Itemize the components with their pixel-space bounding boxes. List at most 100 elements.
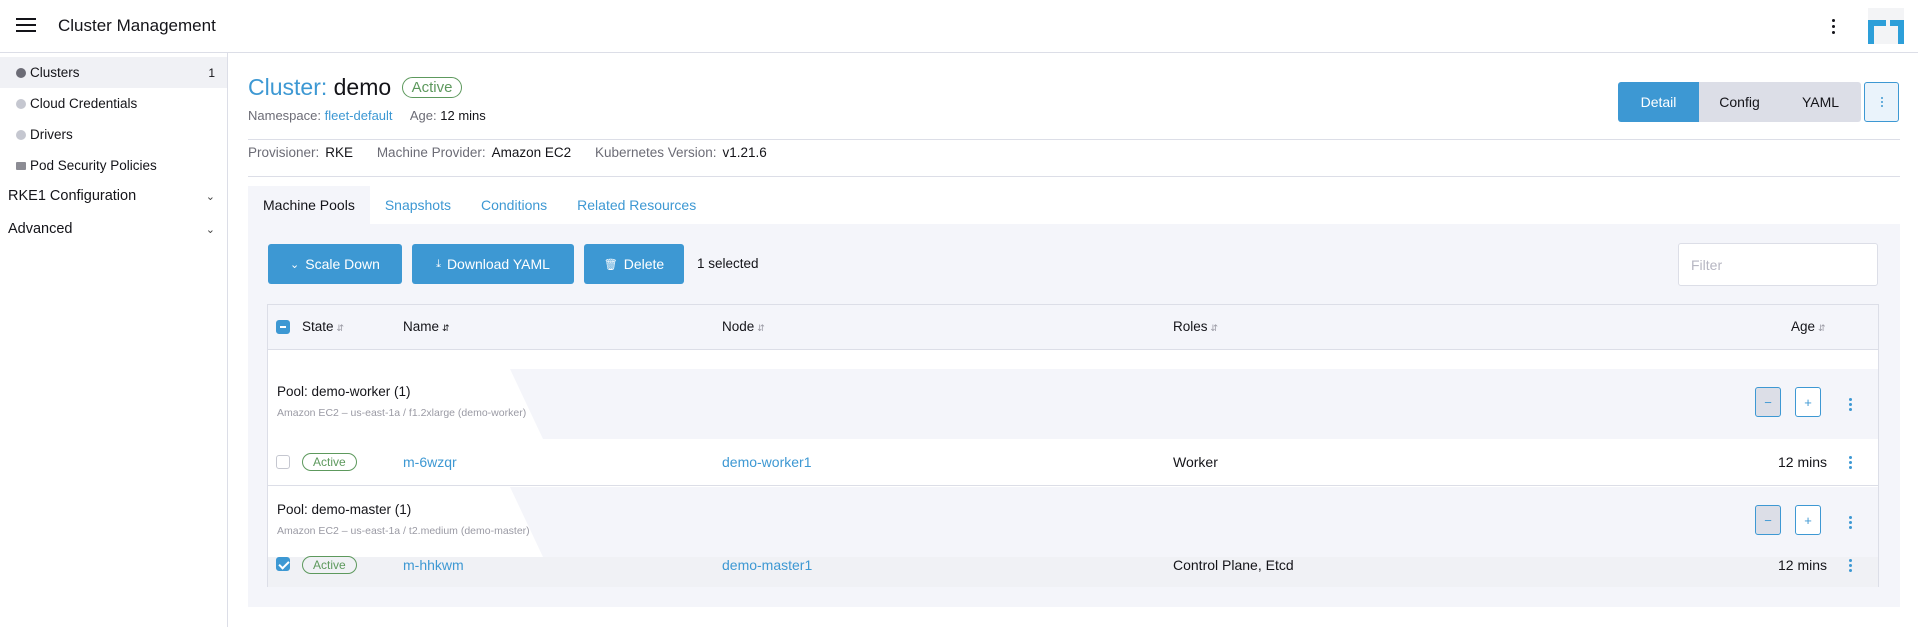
cluster-icon [16,67,26,78]
top-header: Cluster Management [0,0,1918,53]
yaml-button[interactable]: YAML [1780,82,1861,122]
machine-pools-panel: ⌄ Scale Down ⤓ Download YAML 🗑 Delete 1 … [248,224,1900,607]
age-value: 12 mins [440,108,486,123]
age-label: Age: [409,108,437,123]
circle-icon [16,98,26,109]
select-all-checkbox[interactable] [276,320,290,334]
row-checkbox[interactable] [276,455,290,469]
download-yaml-label: Download YAML [446,256,550,272]
pool-label-tab: Pool: demo-worker (1) Amazon EC2 – us-ea… [268,369,543,439]
divider [248,176,1900,177]
status-badge: Active [401,77,463,98]
column-name[interactable]: Name ⇵ [403,319,450,334]
sidebar-item-count: 1 [208,65,215,80]
roles-value: Control Plane, Etcd [1173,557,1294,573]
roles-value: Worker [1173,454,1218,470]
tab-bar: Machine Pools Snapshots Conditions Relat… [248,186,711,224]
sidebar: Clusters 1 Cloud Credentials Drivers Pod… [0,53,228,627]
sidebar-group-rke1-configuration[interactable]: RKE1 Configuration ⌄ [0,181,227,211]
namespace-label: Namespace: [248,108,321,123]
pool-title: Pool: demo-master (1) [277,502,412,517]
status-badge: Active [302,556,357,574]
table-row[interactable]: Active m-hhkwm demo-master1 Control Plan… [268,555,1878,587]
scale-down-label: Scale Down [305,256,380,272]
scale-down-button[interactable]: ⌄ Scale Down [268,244,402,284]
more-options-icon[interactable] [1825,14,1841,38]
column-age[interactable]: Age ⇵ [1791,319,1826,334]
sort-icon: ⇵ [757,323,765,333]
column-label: Age [1791,319,1816,334]
sidebar-item-clusters[interactable]: Clusters 1 [0,57,227,88]
rancher-logo[interactable] [1868,8,1904,44]
tab-snapshots[interactable]: Snapshots [370,186,466,224]
row-state: Active [302,556,357,574]
trash-icon: 🗑 [603,258,618,271]
download-yaml-button[interactable]: ⤓ Download YAML [412,244,574,284]
node-link[interactable]: demo-worker1 [722,454,811,470]
detail-button[interactable]: Detail [1618,82,1699,122]
age-value: 12 mins [1778,454,1828,470]
column-label: Name [403,319,440,334]
pool-actions-icon[interactable] [1845,394,1855,414]
sort-icon: ⇵ [442,323,450,333]
machines-table: State ⇵ Name ⇵ Node ⇵ Roles ⇵ Age ⇵ Pool: dem… [267,304,1879,587]
table-header: State ⇵ Name ⇵ Node ⇵ Roles ⇵ Age ⇵ [268,305,1878,350]
sidebar-group-label: Advanced [8,221,73,237]
pool-group-header: Pool: demo-master (1) Amazon EC2 – us-ea… [268,487,1878,557]
row-actions-icon[interactable] [1845,555,1855,575]
config-button[interactable]: Config [1699,82,1780,122]
cluster-title: Cluster: demo Active [248,74,463,101]
download-icon: ⤓ [436,257,441,270]
row-checkbox[interactable] [276,557,290,571]
sidebar-item-label: Drivers [30,127,73,142]
scale-up-pool-button[interactable]: + [1795,387,1821,417]
pool-subtitle: Amazon EC2 – us-east-1a / t2.medium (dem… [277,525,530,537]
tab-machine-pools[interactable]: Machine Pools [248,186,370,224]
namespace-link[interactable]: fleet-default [325,108,393,123]
machine-provider-value: Amazon EC2 [491,145,572,160]
menu-icon[interactable] [16,18,36,34]
pool-actions-icon[interactable] [1845,512,1855,532]
actions-menu-button[interactable] [1864,82,1899,122]
cluster-meta: Namespace: fleet-default Age: 12 mins [248,108,486,123]
node-link[interactable]: demo-master1 [722,557,812,573]
sidebar-item-pod-security-policies[interactable]: Pod Security Policies [0,150,227,181]
page-title: Cluster Management [58,16,216,35]
chevron-down-icon: ⌄ [205,223,215,236]
chevron-down-icon: ⌄ [290,258,300,271]
column-roles[interactable]: Roles ⇵ [1173,319,1218,334]
sidebar-group-advanced[interactable]: Advanced ⌄ [0,214,227,244]
sidebar-item-drivers[interactable]: Drivers [0,119,227,150]
tab-related-resources[interactable]: Related Resources [562,186,711,224]
table-row[interactable]: Active m-6wzqr demo-worker1 Worker 12 mi… [268,439,1878,486]
cluster-title-prefix[interactable]: Cluster: [248,74,327,100]
view-mode-toggle: Detail Config YAML [1618,82,1861,122]
sort-icon: ⇵ [1818,323,1826,333]
divider [248,139,1900,140]
provisioner-value: RKE [325,145,354,160]
age-value: 12 mins [1778,557,1828,573]
sidebar-item-label: Clusters [30,65,80,80]
delete-button[interactable]: 🗑 Delete [584,244,684,284]
kubernetes-version-label: Kubernetes Version: [594,145,717,160]
machine-provider-label: Machine Provider: [376,145,486,160]
sort-icon: ⇵ [336,323,345,333]
scale-up-pool-button[interactable]: + [1795,505,1821,535]
machine-name-link[interactable]: m-hhkwm [403,557,464,573]
column-label: Node [722,319,755,334]
status-badge: Active [302,453,357,471]
pool-title: Pool: demo-worker (1) [277,384,411,399]
delete-label: Delete [623,256,665,272]
machine-name-link[interactable]: m-6wzqr [403,454,457,470]
row-actions-icon[interactable] [1845,452,1855,472]
column-node[interactable]: Node ⇵ [722,319,765,334]
scale-down-pool-button[interactable]: − [1755,387,1781,417]
column-state[interactable]: State ⇵ [302,319,344,334]
filter-input[interactable] [1678,243,1878,286]
scale-down-pool-button[interactable]: − [1755,505,1781,535]
circle-icon [16,129,26,140]
sidebar-item-cloud-credentials[interactable]: Cloud Credentials [0,88,227,119]
provisioner-label: Provisioner: [248,145,320,160]
folder-icon [16,161,26,170]
tab-conditions[interactable]: Conditions [466,186,562,224]
